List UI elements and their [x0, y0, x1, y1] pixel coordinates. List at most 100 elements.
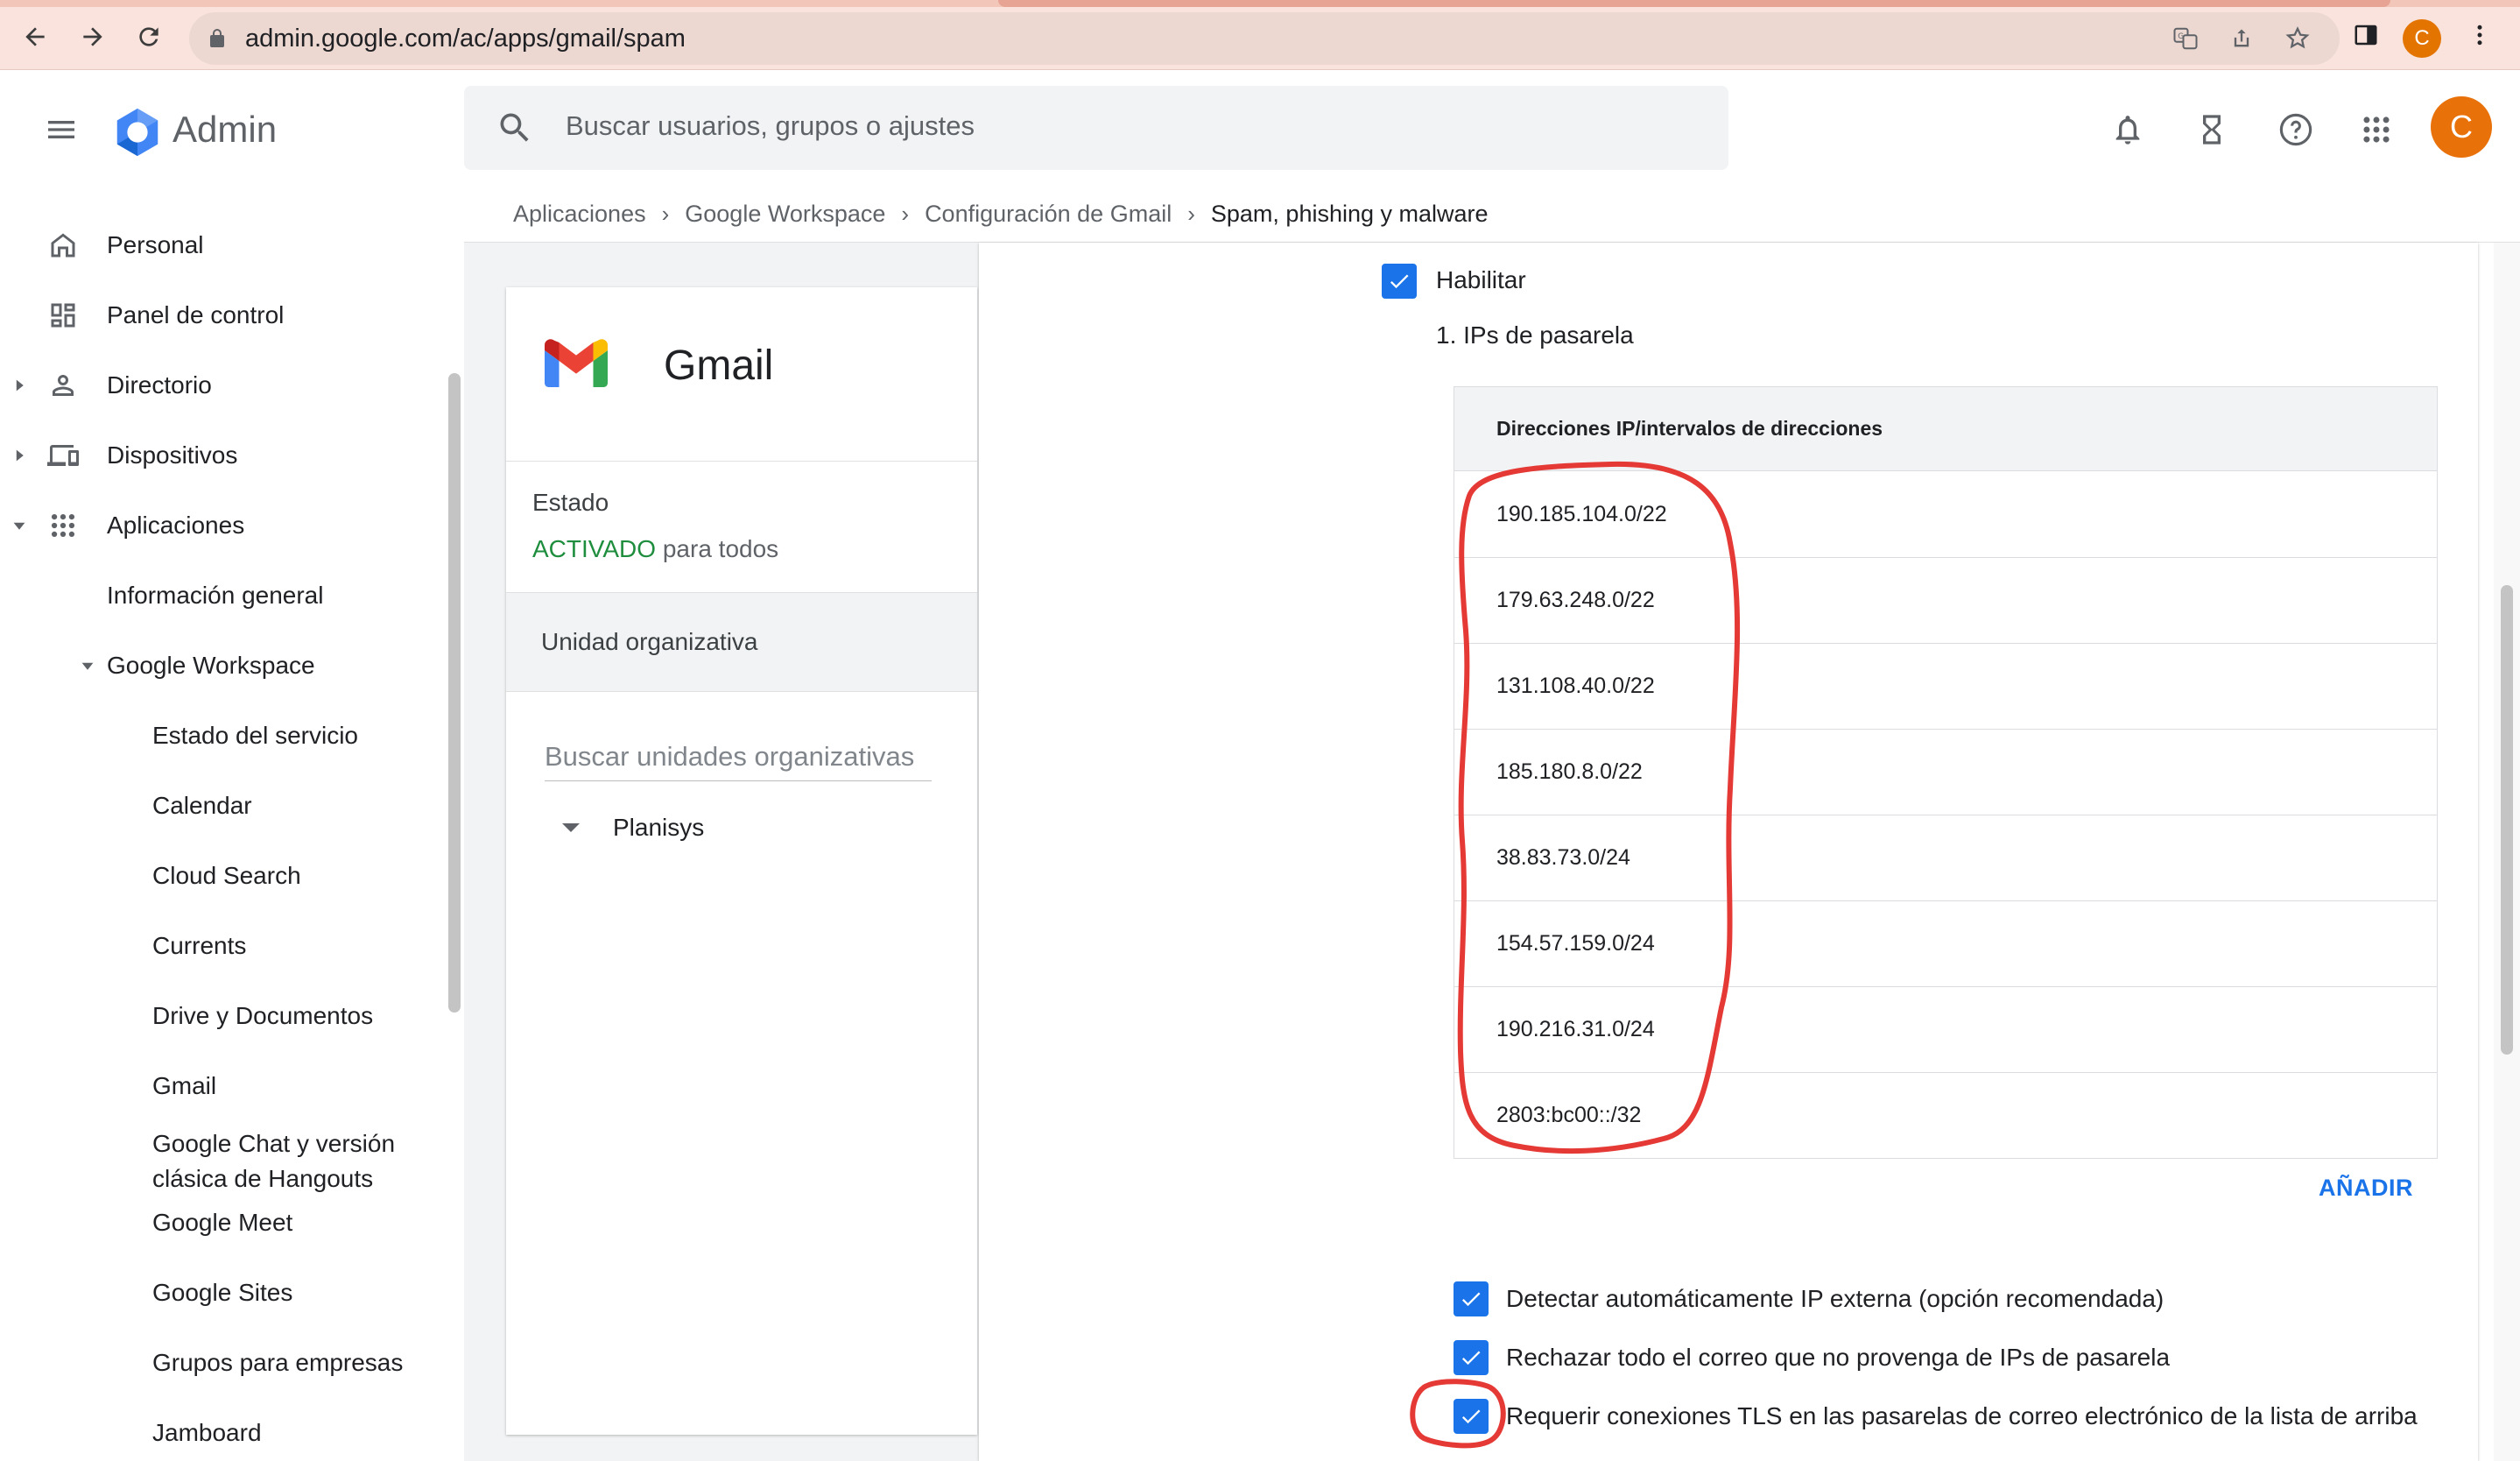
sidebar-item-service-status[interactable]: Estado del servicio: [0, 709, 438, 762]
sidebar-item-cloud-search[interactable]: Cloud Search: [0, 850, 438, 902]
breadcrumb: Aplicaciones › Google Workspace › Config…: [513, 196, 1489, 231]
sidebar-item-label: Gmail: [152, 1072, 217, 1099]
sidebar-item-calendar[interactable]: Calendar: [0, 780, 438, 832]
search-icon[interactable]: [496, 109, 534, 152]
sidebar-item-label: Cloud Search: [152, 862, 301, 889]
sidebar-item-google-workspace[interactable]: Google Workspace: [0, 639, 438, 692]
breadcrumb-apps[interactable]: Aplicaciones: [513, 201, 646, 228]
address-bar[interactable]: admin.google.com/ac/apps/gmail/spam G: [189, 12, 2340, 65]
app-card-title: Gmail: [664, 342, 774, 389]
table-row[interactable]: 190.216.31.0/24: [1454, 987, 2437, 1073]
breadcrumb-gmail-settings[interactable]: Configuración de Gmail: [925, 201, 1172, 228]
auto-detect-ip-checkbox[interactable]: [1454, 1281, 1489, 1316]
person-icon: [46, 370, 81, 401]
table-row[interactable]: 190.185.104.0/22: [1454, 472, 2437, 558]
hourglass-tasks-icon[interactable]: [2189, 107, 2235, 152]
sidebar-item-overview[interactable]: Información general: [0, 569, 438, 622]
status-value: ACTIVADO para todos: [532, 535, 778, 563]
sidebar-item-label: Información general: [107, 582, 324, 609]
page-scrollbar-thumb[interactable]: [2501, 585, 2513, 1055]
ip-range-cell: 179.63.248.0/22: [1496, 588, 1655, 612]
home-icon: [46, 229, 81, 261]
bookmark-star-icon[interactable]: [2284, 25, 2312, 53]
sidebar-item-label: Jamboard: [152, 1419, 262, 1446]
menu-icon[interactable]: [39, 107, 84, 152]
notifications-bell-icon[interactable]: [2105, 107, 2150, 152]
search-placeholder[interactable]: Buscar usuarios, grupos o ajustes: [566, 110, 975, 142]
app-summary-card: Gmail Estado ACTIVADO para todos Unidad …: [506, 287, 977, 1435]
sidebar-item-jamboard[interactable]: Jamboard: [0, 1407, 438, 1459]
caret-down-icon[interactable]: [81, 659, 95, 673]
enable-checkbox[interactable]: [1382, 264, 1417, 299]
sidebar-item-google-chat[interactable]: Google Chat y versión clásica de Hangout…: [0, 1121, 438, 1200]
sidebar-item-dashboard[interactable]: Panel de control: [0, 289, 438, 342]
share-icon[interactable]: [2228, 25, 2256, 53]
require-tls-checkbox[interactable]: [1454, 1399, 1489, 1434]
sidebar-item-label: Google Chat y versión: [152, 1130, 396, 1157]
reload-icon[interactable]: [130, 18, 168, 56]
sidebar-item-personal[interactable]: Personal: [0, 219, 438, 272]
ip-range-cell: 185.180.8.0/22: [1496, 759, 1643, 784]
sidebar-item-devices[interactable]: Dispositivos: [0, 429, 438, 482]
account-avatar[interactable]: C: [2431, 96, 2492, 158]
checkmark-icon: [1390, 274, 1409, 289]
add-button[interactable]: AÑADIR: [2319, 1175, 2413, 1202]
org-unit-name[interactable]: Planisys: [613, 814, 704, 842]
sidebar-item-label: Dispositivos: [107, 441, 238, 469]
caret-down-icon[interactable]: [562, 823, 580, 832]
active-tab[interactable]: [998, 0, 2390, 7]
sidebar-scrollbar[interactable]: [448, 373, 461, 1013]
caret-right-icon[interactable]: [12, 448, 26, 462]
table-row[interactable]: 154.57.159.0/24: [1454, 901, 2437, 987]
translate-icon[interactable]: G: [2172, 25, 2200, 53]
lock-icon[interactable]: [207, 26, 228, 55]
breadcrumb-google-workspace[interactable]: Google Workspace: [685, 201, 885, 228]
status-label: Estado: [532, 489, 609, 516]
section-title: 1. IPs de pasarela: [1436, 321, 1634, 349]
side-panel-icon[interactable]: [2347, 16, 2385, 54]
sidebar-item-google-sites[interactable]: Google Sites: [0, 1267, 438, 1319]
admin-header: Admin Buscar usuarios, grupos o ajustes …: [0, 70, 2520, 189]
admin-logo-icon[interactable]: [110, 105, 165, 164]
org-unit-search-placeholder[interactable]: Buscar unidades organizativas: [545, 741, 914, 773]
chevron-right-icon: ›: [901, 200, 910, 227]
sidebar-nav: Personal Panel de control Directorio Dis…: [0, 189, 464, 1461]
sidebar-item-drive-docs[interactable]: Drive y Documentos: [0, 990, 438, 1042]
help-icon[interactable]: [2273, 107, 2319, 152]
ip-range-cell: 38.83.73.0/24: [1496, 845, 1630, 870]
app-title[interactable]: Admin: [172, 109, 277, 151]
table-row[interactable]: 131.108.40.0/22: [1454, 644, 2437, 730]
column-header: Direcciones IP/intervalos de direcciones: [1496, 417, 1883, 440]
sidebar-item-groups[interactable]: Grupos para empresas: [0, 1337, 438, 1389]
table-row[interactable]: 2803:bc00::/32: [1454, 1073, 2437, 1159]
org-unit-search-input[interactable]: Buscar unidades organizativas: [545, 736, 932, 781]
sidebar-item-label: Currents: [152, 932, 247, 959]
reject-non-gateway-checkbox[interactable]: [1454, 1340, 1489, 1375]
caret-right-icon[interactable]: [12, 378, 26, 392]
more-vert-icon[interactable]: [2460, 16, 2499, 54]
url-text[interactable]: admin.google.com/ac/apps/gmail/spam: [245, 25, 686, 53]
sidebar-item-label: Google Workspace: [107, 652, 315, 679]
table-row[interactable]: 38.83.73.0/24: [1454, 815, 2437, 901]
table-row[interactable]: 179.63.248.0/22: [1454, 558, 2437, 644]
caret-down-icon[interactable]: [12, 519, 26, 533]
browser-profile-avatar[interactable]: C: [2403, 19, 2441, 58]
table-row[interactable]: 185.180.8.0/22: [1454, 730, 2437, 815]
ip-range-cell: 131.108.40.0/22: [1496, 674, 1655, 698]
forward-arrow-icon[interactable]: [74, 18, 112, 56]
sidebar-item-label: Directorio: [107, 371, 212, 399]
org-unit-tree-item[interactable]: Planisys: [545, 806, 704, 850]
status-badge: ACTIVADO: [532, 535, 657, 562]
sidebar-item-label: Drive y Documentos: [152, 1002, 374, 1029]
sidebar-item-apps[interactable]: Aplicaciones: [0, 499, 438, 552]
search-input[interactable]: Buscar usuarios, grupos o ajustes: [464, 86, 1728, 170]
apps-launcher-icon[interactable]: [2354, 107, 2399, 152]
sidebar-item-label: Grupos para empresas: [152, 1349, 404, 1376]
back-arrow-icon[interactable]: [16, 18, 54, 56]
sidebar-item-directory[interactable]: Directorio: [0, 359, 438, 412]
sidebar-item-google-meet[interactable]: Google Meet: [0, 1196, 438, 1249]
org-unit-title: Unidad organizativa: [541, 628, 758, 655]
sidebar-item-gmail[interactable]: Gmail: [0, 1060, 438, 1112]
devices-icon: [46, 440, 81, 471]
sidebar-item-currents[interactable]: Currents: [0, 920, 438, 972]
